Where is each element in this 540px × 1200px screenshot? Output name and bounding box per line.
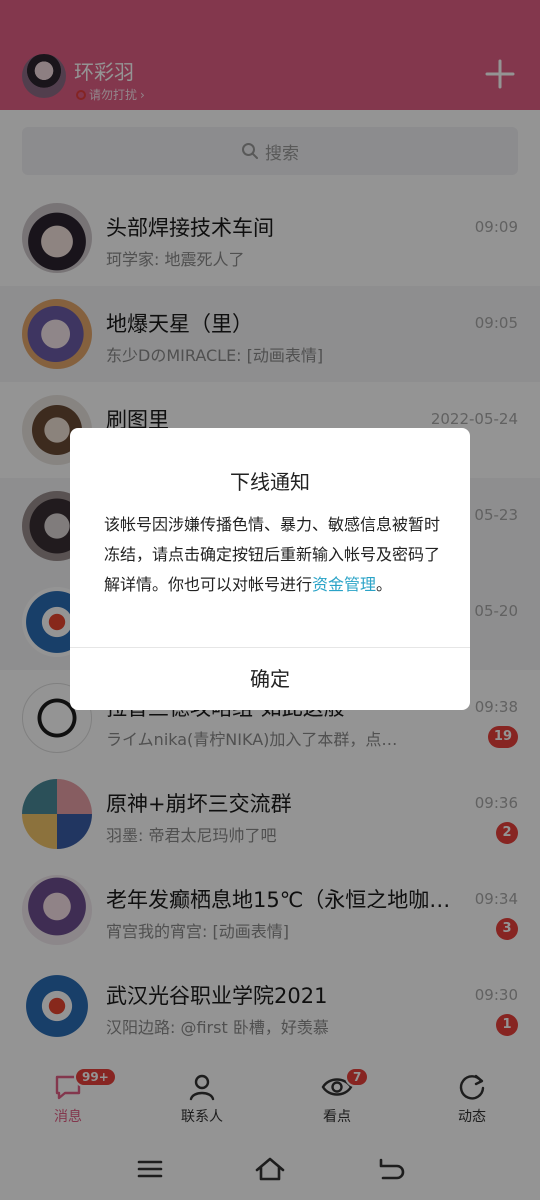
dialog-title: 下线通知 bbox=[230, 470, 310, 494]
dialog-message: 该帐号因涉嫌传播色情、暴力、敏感信息被暂时冻结，请点击确定按钮后重新输入帐号及密… bbox=[104, 510, 440, 600]
offline-notice-dialog: 下线通知 该帐号因涉嫌传播色情、暴力、敏感信息被暂时冻结，请点击确定按钮后重新输… bbox=[70, 428, 470, 710]
confirm-button[interactable]: 确定 bbox=[70, 648, 470, 710]
dialog-message-end: 。 bbox=[376, 575, 393, 594]
fund-management-link[interactable]: 资金管理 bbox=[312, 575, 376, 594]
